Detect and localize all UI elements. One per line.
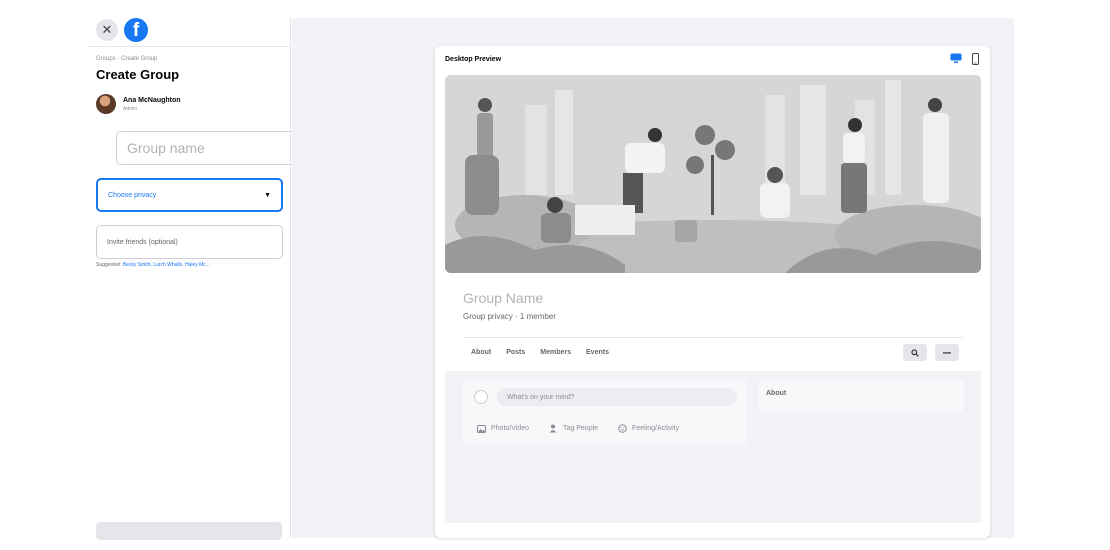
preview-group-meta: Group privacy · 1 member [463,312,556,321]
suggested-names-link[interactable]: Becky Smith, Lurch Whalls, Haley Mc... [123,262,210,268]
tab-posts[interactable]: Posts [506,349,525,356]
tag-people-action[interactable]: Tag People [549,424,598,433]
composer-actions: Photo/Video Tag People Feeling/Activity [477,424,679,433]
group-tabs: About Posts Members Events [471,349,609,356]
user-info: Ana McNaughton Admin [123,97,181,112]
tab-actions [903,344,959,361]
photo-video-action[interactable]: Photo/Video [477,424,529,433]
privacy-placeholder: Choose privacy [108,191,157,199]
facebook-logo-icon[interactable]: f [124,18,148,42]
preview-group-name: Group Name [463,290,544,306]
user-role: Admin [123,105,138,112]
breadcrumb: Groups · Create Group [96,56,158,62]
feeling-activity-label: Feeling/Activity [632,425,680,432]
sidebar-edge [290,18,291,538]
post-composer: What's on your mind? Photo/Video Tag Peo… [463,379,747,445]
search-icon[interactable] [903,344,927,361]
suggested-label: Suggested: [96,262,122,268]
sidebar-top-icons: ✕ f [96,18,148,42]
invite-placeholder: Invite friends (optional) [107,238,178,246]
about-box-label: About [766,390,787,397]
mobile-view-icon[interactable] [970,52,980,65]
close-icon[interactable]: ✕ [96,19,118,41]
caret-down-icon: ▼ [264,191,271,199]
tag-people-icon [549,424,557,433]
photo-video-label: Photo/Video [491,425,530,432]
group-feed-area: What's on your mind? Photo/Video Tag Peo… [445,371,981,523]
cover-photo [445,75,981,273]
desktop-preview-card: Desktop Preview Group Name Group privacy… [435,46,990,538]
more-options-icon[interactable] [935,344,959,361]
group-name-input[interactable]: Group name [116,131,303,165]
feeling-icon [618,424,627,433]
tabs-divider [463,337,963,338]
tab-events[interactable]: Events [586,349,609,356]
photo-icon [477,424,486,433]
user-name: Ana McNaughton [123,96,181,104]
view-toggle [949,52,980,65]
group-name-placeholder: Group name [127,140,205,156]
invite-friends-input[interactable]: Invite friends (optional) [96,225,283,259]
admin-user-row: Ana McNaughton Admin [96,94,181,114]
suggested-friends: Suggested: Becky Smith, Lurch Whalls, Ha… [96,262,210,268]
composer-avatar [474,390,488,404]
page-title: Create Group [96,67,180,82]
feeling-activity-action[interactable]: Feeling/Activity [618,424,679,433]
privacy-select[interactable]: Choose privacy ▼ [96,178,283,212]
create-group-sidebar: ✕ f Groups · Create Group Create Group A… [88,0,303,550]
composer-input[interactable]: What's on your mind? [497,388,737,406]
desktop-view-icon[interactable] [949,52,962,65]
create-button[interactable] [96,522,282,540]
preview-title: Desktop Preview [445,56,502,63]
tab-members[interactable]: Members [540,349,571,356]
about-box: About [758,379,964,412]
tag-people-label: Tag People [563,425,599,432]
avatar [96,94,116,114]
sidebar-divider-line [88,46,290,47]
tab-about[interactable]: About [471,349,491,356]
